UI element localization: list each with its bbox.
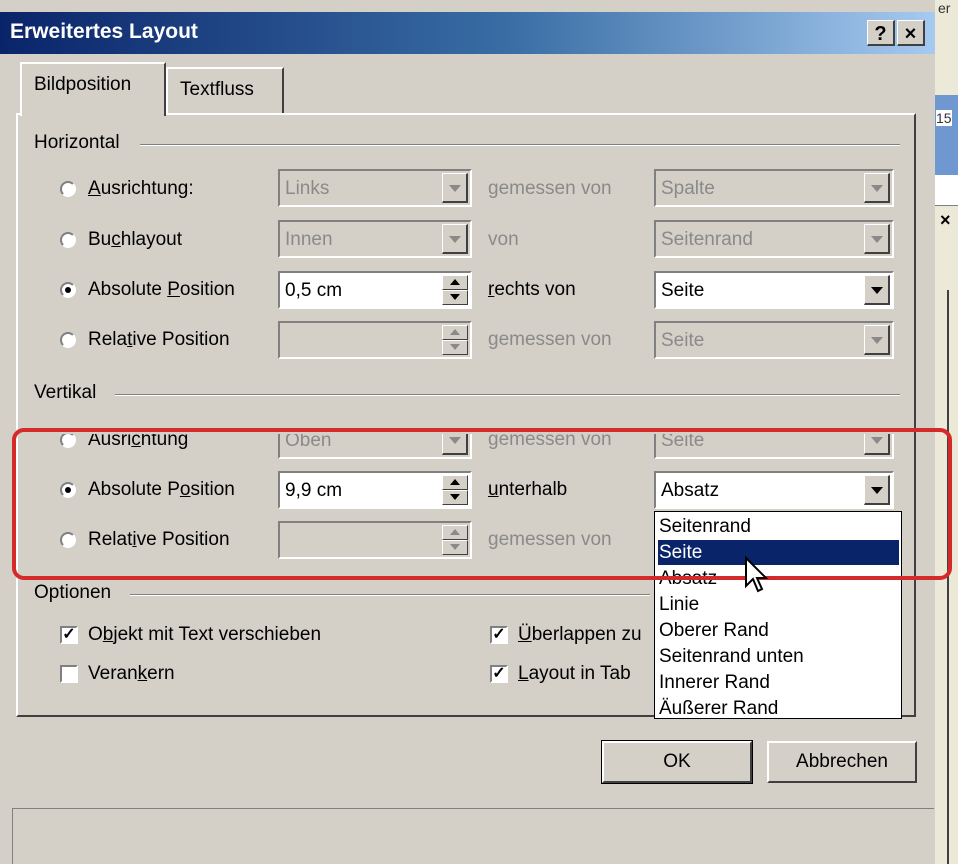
spin-down-icon[interactable] [442, 490, 468, 505]
background-close-icon: × [940, 210, 951, 230]
ok-button[interactable]: OK [601, 740, 753, 784]
background-lower-panel [12, 808, 934, 864]
radio-v-relative-position[interactable] [60, 532, 76, 548]
layout-in-table-label: Layout in Tab [518, 663, 631, 684]
v-absolute-relation-label: unterhalb [488, 479, 568, 500]
h-relative-target-select[interactable]: Seite [654, 321, 894, 359]
radio-h-ausrichtung-label: Ausrichtung: [88, 178, 194, 199]
tab-textfluss[interactable]: Textfluss [166, 67, 284, 113]
background-text: er [938, 0, 951, 16]
mouse-cursor-icon [745, 556, 769, 593]
v-absolute-target-dropdown-button[interactable] [864, 475, 890, 505]
radio-h-buchlayout[interactable] [60, 232, 76, 248]
layout-in-table-checkbox[interactable]: ✓ [490, 665, 508, 683]
background-number: 15 [936, 110, 952, 126]
cancel-button[interactable]: Abbrechen [767, 741, 917, 783]
h-buchlayout-target-select[interactable]: Seitenrand [654, 220, 894, 258]
move-with-text-label: Objekt mit Text verschieben [88, 624, 322, 645]
v-absolute-position-spinner[interactable] [442, 475, 468, 505]
h-buchlayout-relation-label: von [488, 229, 519, 250]
options-group-label: Optionen [34, 582, 118, 604]
spin-up-icon[interactable] [442, 525, 468, 540]
spin-down-icon[interactable] [442, 290, 468, 305]
overlap-checkbox[interactable]: ✓ [490, 626, 508, 644]
h-absolute-target-select[interactable]: Seite [654, 271, 894, 309]
h-ausrichtung-target-select[interactable]: Spalte [654, 169, 894, 207]
spin-up-icon[interactable] [442, 325, 468, 340]
radio-v-absolute-position-label: Absolute Position [88, 479, 235, 500]
radio-h-relative-position-label: Relative Position [88, 329, 230, 350]
radio-h-ausrichtung[interactable] [60, 181, 76, 197]
anchor-checkbox[interactable] [60, 665, 78, 683]
h-ausrichtung-relation-label: gemessen von [488, 178, 612, 199]
dropdown-option-oberer-rand[interactable]: Oberer Rand [658, 618, 899, 643]
background-divider [935, 205, 958, 206]
h-absolute-target-dropdown-button[interactable] [864, 275, 890, 305]
background-toolbar [935, 95, 958, 175]
close-button[interactable]: × [897, 20, 925, 46]
background-panel [935, 175, 958, 205]
dropdown-option-innerer-rand[interactable]: Innerer Rand [658, 670, 899, 695]
h-absolute-position-spinner[interactable] [442, 275, 468, 305]
h-absolute-relation-label: rechts von [488, 279, 576, 300]
h-ausrichtung-dropdown-button[interactable] [442, 173, 468, 203]
h-relative-target-dropdown-button[interactable] [864, 325, 890, 355]
spin-down-icon[interactable] [442, 340, 468, 355]
vertical-row-mask [50, 412, 910, 434]
tab-bildposition[interactable]: Bildposition [20, 62, 166, 116]
vertical-group-label: Vertikal [34, 382, 103, 404]
radio-v-ausrichtung[interactable] [60, 432, 76, 448]
radio-h-buchlayout-label: Buchlayout [88, 229, 183, 250]
dropdown-option-linie[interactable]: Linie [658, 592, 899, 617]
dialog-title: Erweitertes Layout [10, 20, 198, 43]
move-with-text-checkbox[interactable]: ✓ [60, 626, 78, 644]
vertical-group-line [115, 394, 900, 396]
radio-v-absolute-position[interactable] [60, 482, 76, 498]
v-relative-position-spinner[interactable] [442, 525, 468, 555]
radio-h-absolute-position[interactable] [60, 282, 76, 298]
help-button[interactable]: ? [867, 20, 895, 46]
dropdown-option-seite[interactable]: Seite [658, 540, 899, 565]
v-absolute-target-select[interactable]: Absatz [654, 471, 894, 509]
dropdown-option-ausserer-rand[interactable]: Äußerer Rand [658, 696, 899, 721]
h-buchlayout-target-dropdown-button[interactable] [864, 224, 890, 254]
horizontal-group-line [140, 144, 900, 146]
dropdown-option-absatz[interactable]: Absatz [658, 566, 899, 591]
dropdown-option-seitenrand-unten[interactable]: Seitenrand unten [658, 644, 899, 669]
spin-up-icon[interactable] [442, 275, 468, 290]
spin-up-icon[interactable] [442, 475, 468, 490]
spin-down-icon[interactable] [442, 540, 468, 555]
dropdown-option-seitenrand[interactable]: Seitenrand [658, 514, 899, 539]
radio-h-relative-position[interactable] [60, 332, 76, 348]
background-border [947, 290, 949, 864]
overlap-label: Überlappen zu [518, 624, 642, 645]
radio-h-absolute-position-label: Absolute Position [88, 279, 235, 300]
h-ausrichtung-target-dropdown-button[interactable] [864, 173, 890, 203]
options-group-line [130, 594, 650, 596]
target-dropdown-list[interactable]: Seitenrand Seite Absatz Linie Oberer Ran… [654, 511, 902, 719]
h-relative-position-spinner[interactable] [442, 325, 468, 355]
horizontal-group-label: Horizontal [34, 132, 126, 154]
v-relative-relation-label: gemessen von [488, 529, 612, 550]
h-buchlayout-dropdown-button[interactable] [442, 224, 468, 254]
radio-v-relative-position-label: Relative Position [88, 529, 230, 550]
h-relative-relation-label: gemessen von [488, 329, 612, 350]
anchor-label: Verankern [88, 663, 175, 684]
